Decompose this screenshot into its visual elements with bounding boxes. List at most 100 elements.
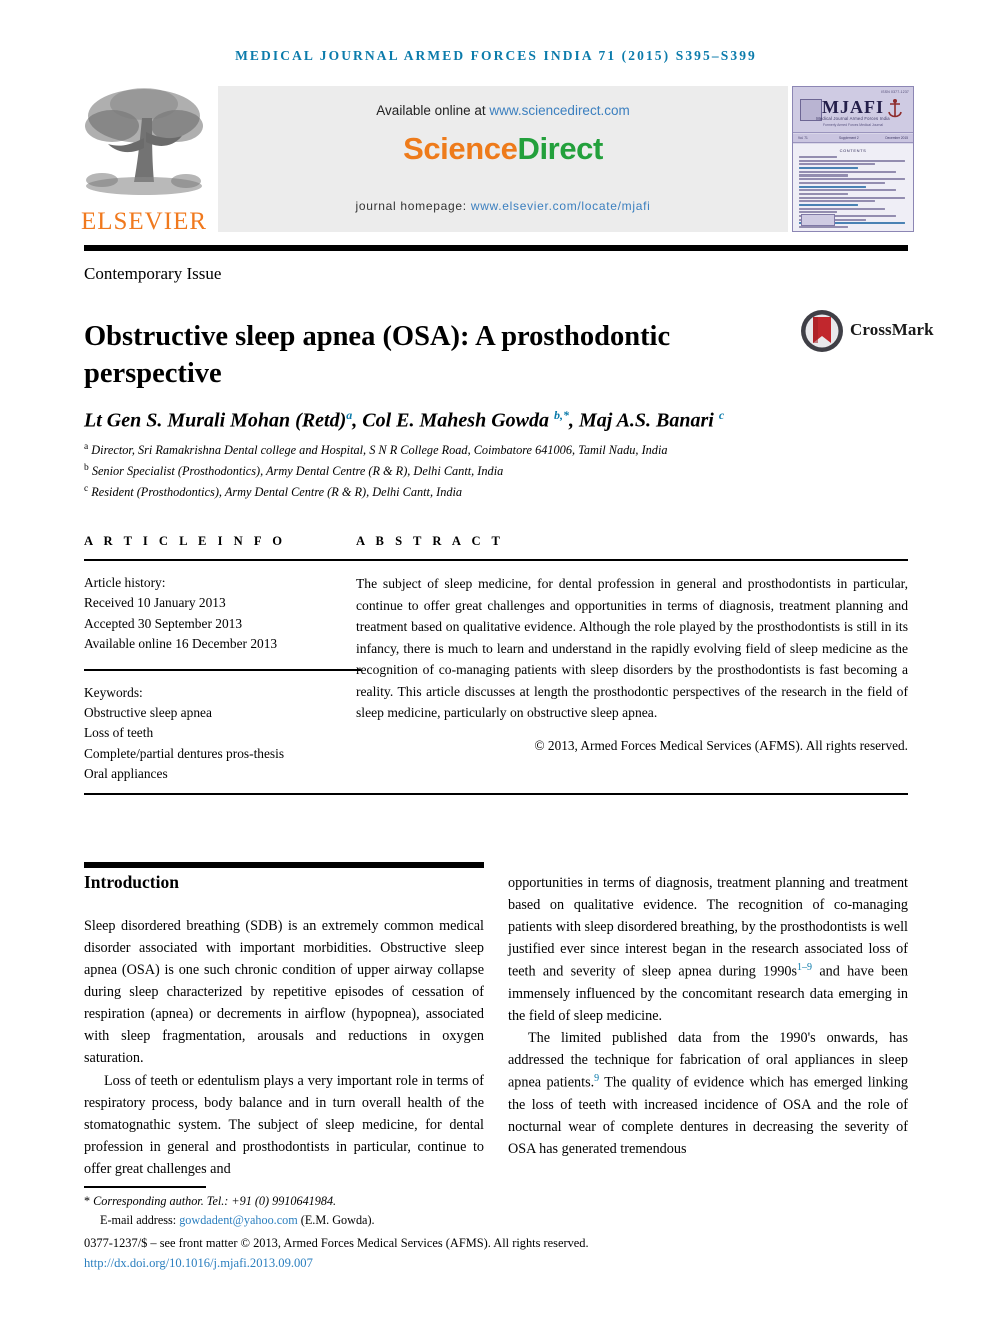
- cover-volume-band: Vol. 71 Supplement 2 December 2015: [793, 134, 913, 143]
- affiliation-text: Senior Specialist (Prosthodontics), Army…: [91, 464, 504, 479]
- cover-line: [799, 159, 905, 162]
- sciencedirect-banner: Available online at www.sciencedirect.co…: [218, 86, 788, 232]
- cover-line: [799, 174, 848, 177]
- cover-line: [799, 178, 905, 181]
- cover-contents-area: CONTENTS: [793, 144, 913, 231]
- email-label: E-mail address:: [100, 1212, 177, 1227]
- front-matter-line: 0377-1237/$ – see front matter © 2013, A…: [84, 1236, 589, 1250]
- keywords-label: Keywords:: [84, 684, 143, 700]
- elsevier-logo: ELSEVIER: [78, 82, 210, 240]
- journal-homepage-label: journal homepage:: [355, 199, 467, 213]
- keyword-item: Complete/partial dentures pros-thesis: [84, 745, 285, 761]
- corresponding-author-line: * Corresponding author. Tel.: +91 (0) 99…: [84, 1192, 784, 1211]
- cover-issn: ISSN 0377-1237: [881, 90, 909, 94]
- cover-line: [799, 167, 859, 170]
- affiliation-text: Director, Sri Ramakrishna Dental college…: [91, 443, 668, 458]
- cover-line: [799, 192, 848, 195]
- abstract-text: The subject of sleep medicine, for denta…: [356, 576, 908, 721]
- email-owner: (E.M. Gowda).: [300, 1212, 375, 1227]
- author-list: Lt Gen S. Murali Mohan (Retd)a, Col E. M…: [84, 408, 725, 432]
- cover-line: [799, 189, 897, 192]
- available-online-line: Available online at www.sciencedirect.co…: [218, 103, 788, 118]
- cover-volume: Vol. 71: [798, 136, 808, 140]
- affiliation-item: c Resident (Prosthodontics), Army Dental…: [84, 482, 904, 503]
- introduction-heading: Introduction: [84, 872, 179, 892]
- keywords-block: Keywords: Obstructive sleep apnea Loss o…: [84, 683, 374, 785]
- article-history-block: Article history: Received 10 January 201…: [84, 573, 374, 655]
- keywords-divider: [84, 668, 361, 671]
- email-link[interactable]: gowdadent@yahoo.com: [179, 1213, 298, 1227]
- corresponding-author-text: Corresponding author. Tel.: +91 (0) 9910…: [93, 1194, 337, 1208]
- keyword-item: Oral appliances: [84, 766, 168, 781]
- header-divider: [84, 245, 908, 251]
- cover-line: [799, 163, 875, 166]
- affiliation-item: b Senior Specialist (Prosthodontics), Ar…: [84, 461, 904, 482]
- section-divider-full: [84, 793, 908, 795]
- cover-header-band: ISSN 0377-1237 MJAFI Medical Journal Arm…: [793, 87, 913, 133]
- affiliation-marker: c: [84, 484, 89, 494]
- cover-line: [799, 156, 837, 159]
- article-info-heading: A R T I C L E I N F O: [84, 534, 287, 548]
- running-head: MEDICAL JOURNAL ARMED FORCES INDIA 71 (2…: [235, 48, 757, 63]
- cover-line: [799, 196, 905, 199]
- article-received-date: Received 10 January 2013: [84, 595, 226, 611]
- journal-homepage-line: journal homepage: www.elsevier.com/locat…: [218, 199, 788, 213]
- cover-subtitle: Medical Journal Armed Forces India: [816, 116, 890, 121]
- sciencedirect-wordmark: ScienceDirect: [218, 131, 788, 167]
- elsevier-wordmark: ELSEVIER: [80, 208, 208, 235]
- email-line: E-mail address: gowdadent@yahoo.com (E.M…: [84, 1211, 784, 1230]
- journal-cover-thumbnail[interactable]: ISSN 0377-1237 MJAFI Medical Journal Arm…: [792, 86, 914, 232]
- cover-line: [799, 203, 859, 207]
- cover-issue: Supplement 2: [839, 136, 859, 140]
- body-paragraph: opportunities in terms of diagnosis, tre…: [508, 872, 908, 1027]
- cover-line: [799, 226, 848, 229]
- cover-date: December 2015: [885, 136, 908, 140]
- cover-line: [799, 181, 886, 184]
- keyword-item: Obstructive sleep apnea: [84, 704, 212, 720]
- article-info-divider: [84, 559, 361, 561]
- abstract-copyright: © 2013, Armed Forces Medical Services (A…: [534, 737, 909, 753]
- keyword-item: Loss of teeth: [84, 725, 154, 741]
- cover-contents-heading: CONTENTS: [839, 148, 867, 153]
- cover-title: MJAFI: [822, 97, 884, 117]
- sciencedirect-link[interactable]: www.sciencedirect.com: [489, 103, 629, 118]
- page-title: Obstructive sleep apnea (OSA): A prostho…: [84, 321, 671, 389]
- affiliation-text: Resident (Prosthodontics), Army Dental C…: [91, 485, 463, 500]
- affiliation-item: a Director, Sri Ramakrishna Dental colle…: [84, 440, 904, 461]
- masthead: ELSEVIER Available online at www.science…: [78, 82, 914, 240]
- introduction-divider: [84, 862, 484, 868]
- corresponding-author-marker: *: [84, 1194, 91, 1208]
- affiliation-marker: a: [84, 442, 89, 452]
- doi-link[interactable]: http://dx.doi.org/10.1016/j.mjafi.2013.0…: [84, 1256, 313, 1271]
- cover-line: [799, 200, 875, 203]
- abstract-section: A B S T R A C T The subject of sleep med…: [356, 534, 908, 754]
- cover-footer-logo: [801, 214, 835, 226]
- affiliation-list: a Director, Sri Ramakrishna Dental colle…: [84, 440, 904, 503]
- article-accepted-date: Accepted 30 September 2013: [84, 615, 243, 631]
- article-info-section: A R T I C L E I N F O Article history: R…: [84, 534, 374, 784]
- body-column-left: Introduction Sleep disordered breathing …: [84, 872, 484, 1180]
- body-paragraph: Sleep disordered breathing (SDB) is an e…: [84, 918, 484, 1067]
- journal-article-page: MEDICAL JOURNAL ARMED FORCES INDIA 71 (2…: [0, 0, 992, 1323]
- affiliation-marker: b: [84, 463, 89, 473]
- body-paragraph: The limited published data from the 1990…: [508, 1027, 908, 1160]
- sciencedirect-direct-part: Direct: [517, 131, 603, 166]
- citation-reference[interactable]: 1–9: [797, 962, 812, 973]
- abstract-heading: A B S T R A C T: [356, 534, 504, 548]
- crossmark-badge[interactable]: CrossMark: [800, 309, 934, 355]
- journal-homepage-link[interactable]: www.elsevier.com/locate/mjafi: [471, 199, 651, 213]
- article-history-label: Article history:: [84, 575, 166, 590]
- body-column-right: opportunities in terms of diagnosis, tre…: [508, 872, 908, 1160]
- crossmark-label: CrossMark: [850, 320, 934, 339]
- article-type-label: Contemporary Issue: [84, 264, 222, 283]
- cover-line: [799, 185, 866, 188]
- crossmark-icon: [801, 310, 843, 352]
- elsevier-tree-icon: [85, 88, 203, 195]
- cover-line: [799, 170, 897, 173]
- body-paragraph: Loss of teeth or edentulism plays a very…: [84, 1072, 484, 1177]
- cover-line: [799, 207, 886, 210]
- footnote-divider: [84, 1186, 206, 1188]
- available-online-label: Available online at: [376, 103, 486, 118]
- abstract-divider: [356, 559, 908, 561]
- sciencedirect-science-part: Science: [403, 131, 518, 166]
